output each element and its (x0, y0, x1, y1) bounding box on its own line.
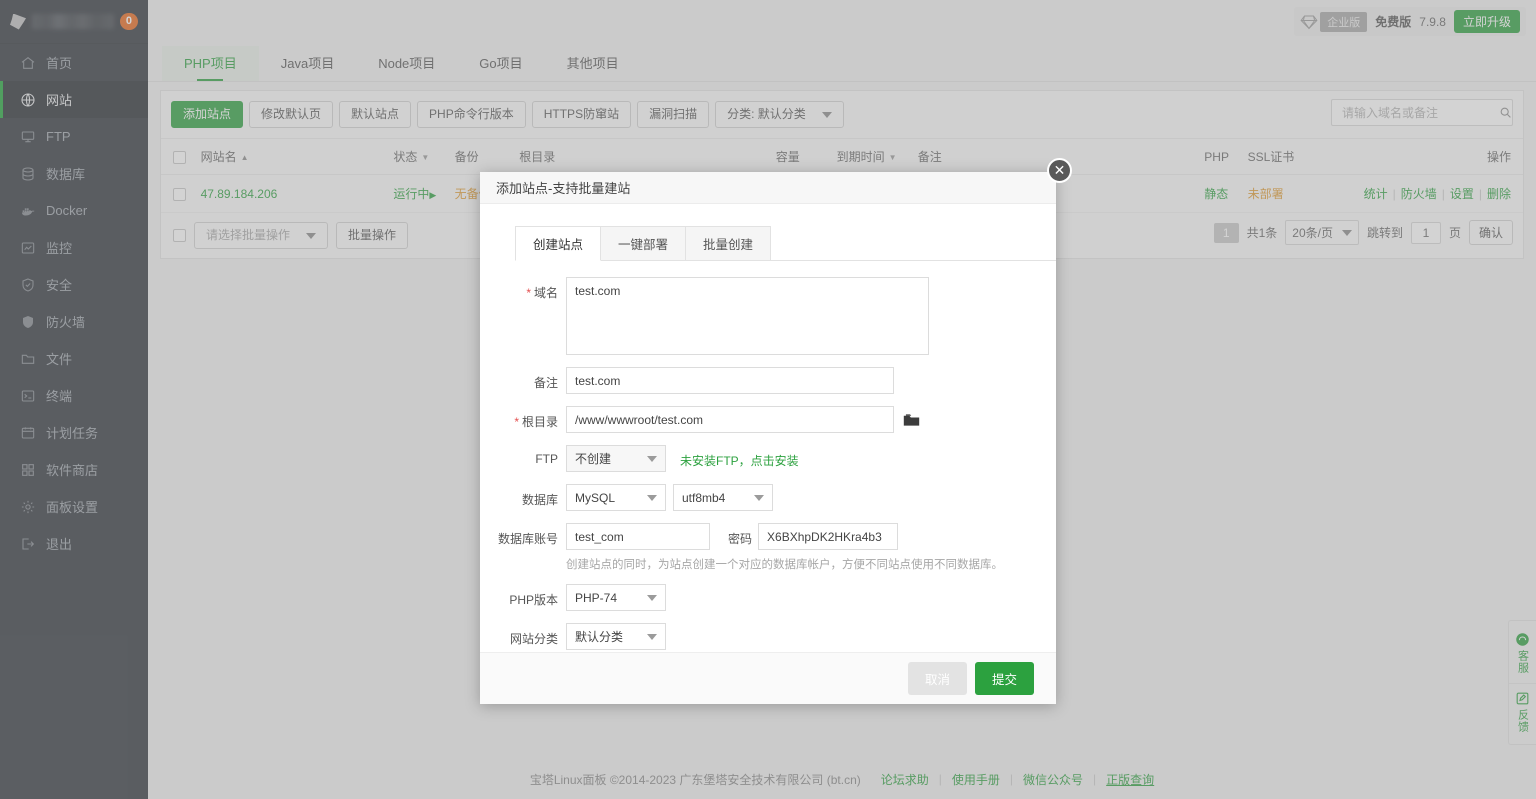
chevron-down-icon (647, 634, 657, 640)
database-type-select[interactable]: MySQL (566, 484, 666, 511)
add-site-modal: ✕ 添加站点-支持批量建站 创建站点 一键部署 批量创建 *域名 备注 (480, 172, 1056, 704)
cancel-button[interactable]: 取消 (908, 662, 967, 695)
php-version-label: PHP版本 (480, 584, 558, 608)
chevron-down-icon (754, 495, 764, 501)
required-marker: * (526, 286, 531, 300)
ftp-install-hint[interactable]: 未安装FTP，点击安装 (680, 445, 799, 469)
field-row-category: 网站分类 默认分类 (480, 623, 1056, 650)
site-category-value: 默认分类 (575, 628, 623, 645)
ftp-label: FTP (480, 445, 558, 466)
database-type-value: MySQL (575, 491, 615, 505)
db-password-input[interactable] (758, 523, 898, 550)
app-root: 0 首页 网站 FTP 数据库 Docker 监控 安全 (0, 0, 1536, 799)
ftp-select[interactable]: 不创建 (566, 445, 666, 472)
db-hint-text: 创建站点的同时，为站点创建一个对应的数据库帐户，方便不同站点使用不同数据库。 (566, 556, 1056, 572)
folder-browse-icon[interactable] (903, 413, 920, 427)
field-row-php-version: PHP版本 PHP-74 (480, 584, 1056, 611)
submit-button[interactable]: 提交 (975, 662, 1034, 695)
modal-tab-one-click-deploy[interactable]: 一键部署 (601, 226, 686, 261)
close-icon[interactable]: ✕ (1047, 158, 1072, 183)
required-marker: * (514, 415, 519, 429)
modal-tab-batch-create[interactable]: 批量创建 (686, 226, 771, 261)
database-label: 数据库 (480, 484, 558, 508)
add-site-form: *域名 备注 *根目录 FTP 不创建 (480, 261, 1056, 650)
field-row-domain: *域名 (480, 277, 1056, 355)
php-version-value: PHP-74 (575, 591, 617, 605)
ftp-select-value: 不创建 (575, 450, 611, 467)
field-row-ftp: FTP 不创建 未安装FTP，点击安装 (480, 445, 1056, 472)
domain-textarea[interactable] (566, 277, 929, 355)
site-category-select[interactable]: 默认分类 (566, 623, 666, 650)
note-label: 备注 (480, 367, 558, 391)
modal-title: 添加站点-支持批量建站 (496, 178, 630, 197)
db-user-label: 数据库账号 (480, 523, 558, 547)
database-charset-value: utf8mb4 (682, 491, 725, 505)
modal-header: 添加站点-支持批量建站 (480, 172, 1056, 204)
chevron-down-icon (647, 456, 657, 462)
site-category-label: 网站分类 (480, 623, 558, 647)
domain-label: *域名 (480, 277, 558, 301)
php-version-select[interactable]: PHP-74 (566, 584, 666, 611)
label-text: 域名 (534, 286, 558, 300)
root-dir-input[interactable] (566, 406, 894, 433)
root-label: *根目录 (480, 406, 558, 430)
db-password-label: 密码 (710, 523, 758, 547)
modal-tab-create-site[interactable]: 创建站点 (515, 226, 601, 261)
label-text: 根目录 (522, 415, 558, 429)
chevron-down-icon (647, 495, 657, 501)
modal-footer: 取消 提交 (480, 652, 1056, 704)
field-row-root: *根目录 (480, 406, 1056, 433)
modal-tabs: 创建站点 一键部署 批量创建 (515, 226, 1056, 261)
field-row-note: 备注 (480, 367, 1056, 394)
db-username-input[interactable] (566, 523, 710, 550)
field-row-database: 数据库 MySQL utf8mb4 (480, 484, 1056, 511)
database-charset-select[interactable]: utf8mb4 (673, 484, 773, 511)
note-input[interactable] (566, 367, 894, 394)
chevron-down-icon (647, 595, 657, 601)
field-row-db-account: 数据库账号 密码 (480, 523, 1056, 550)
modal-tabs-filler (771, 226, 1021, 261)
